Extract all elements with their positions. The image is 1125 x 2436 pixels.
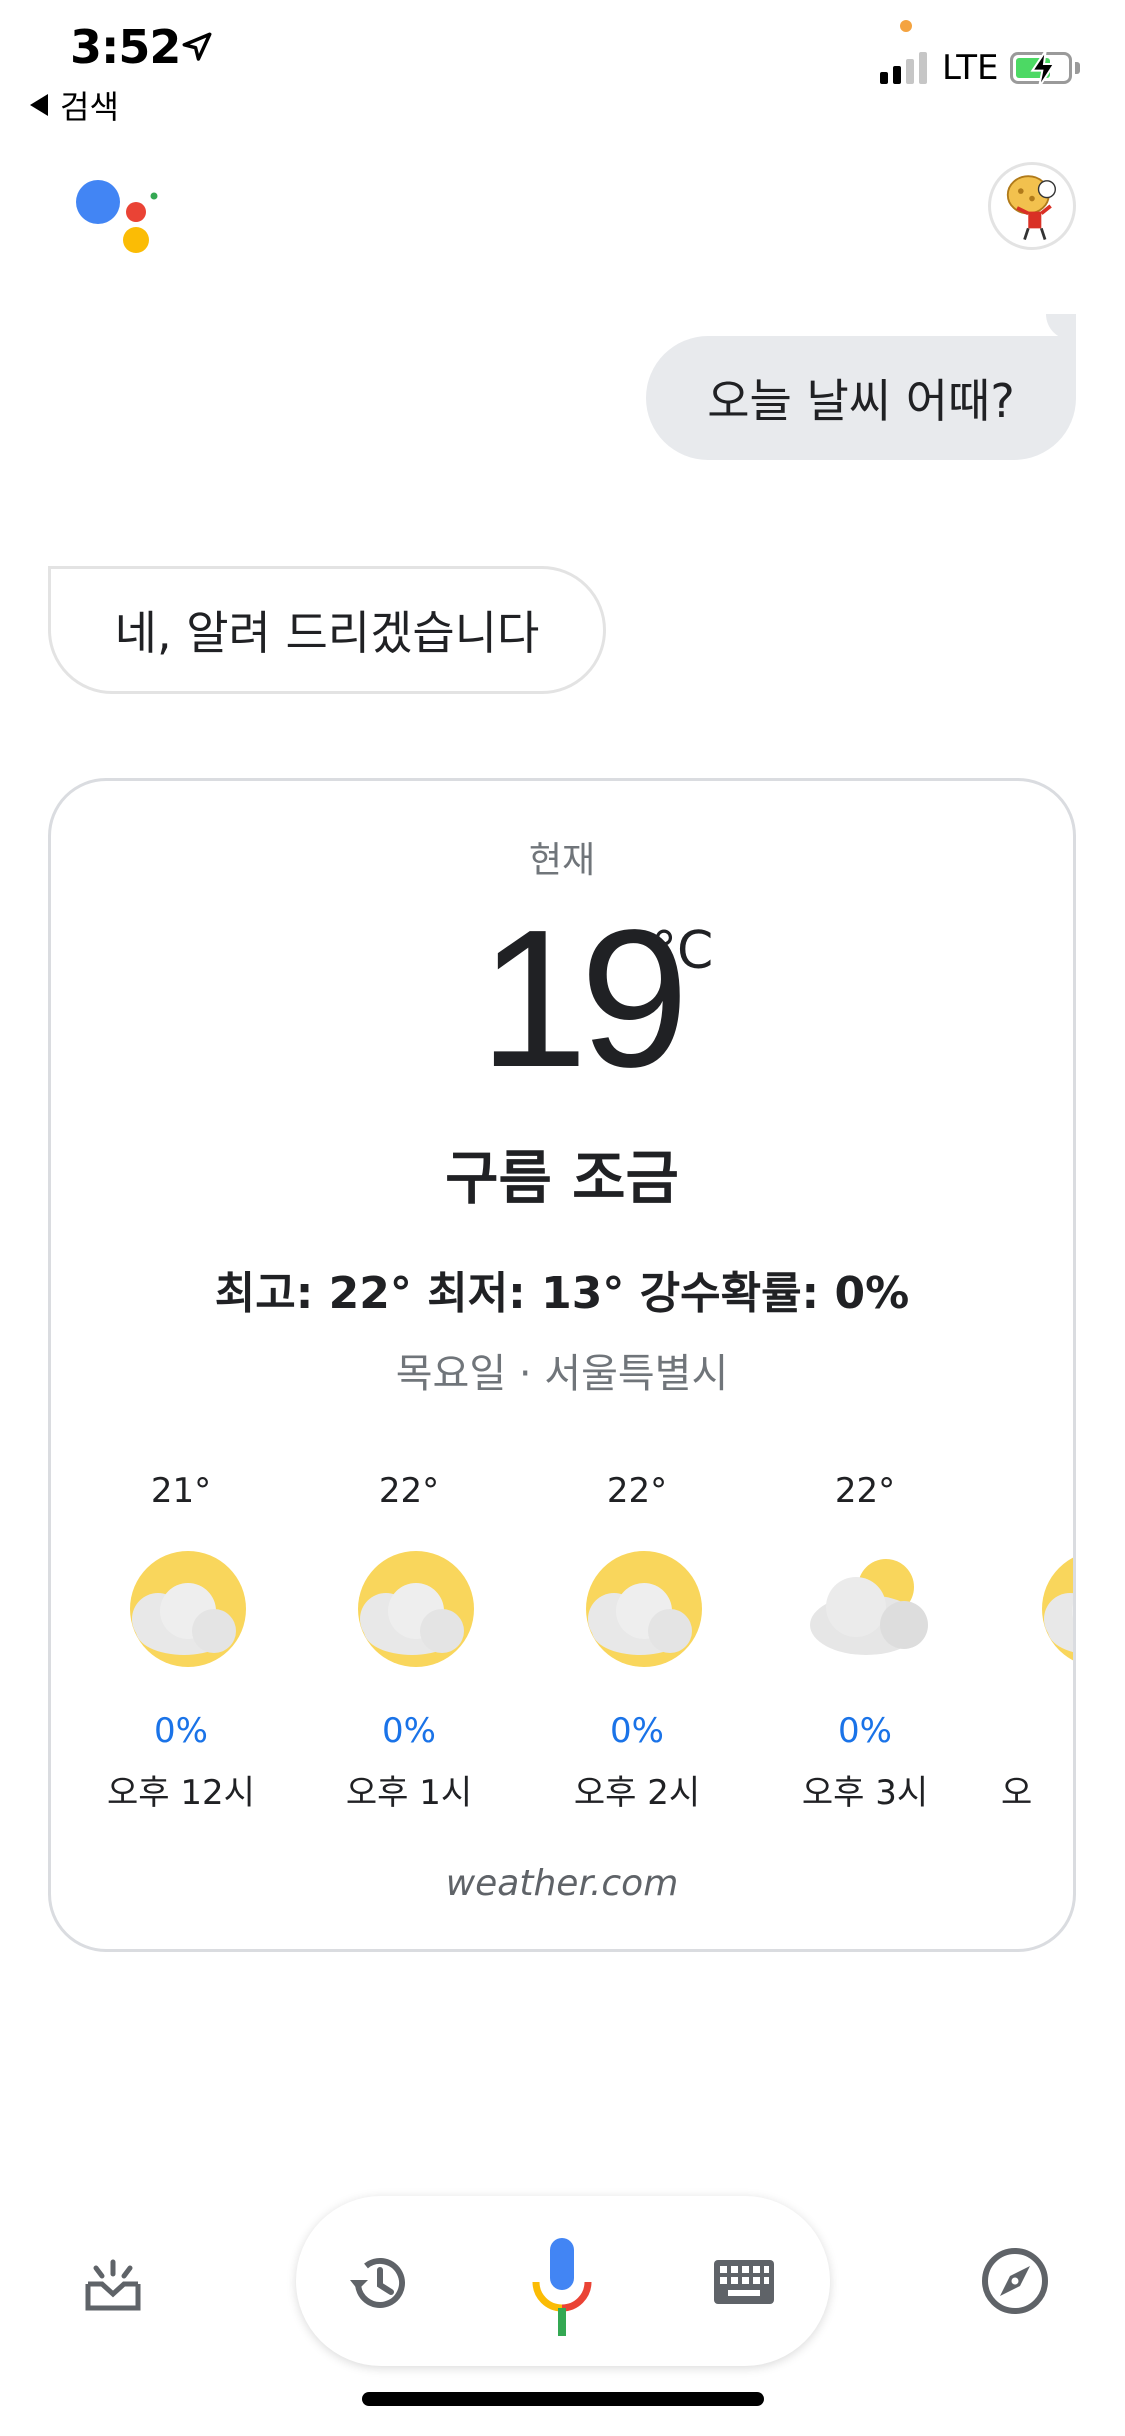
- assistant-reply-bubble: 네, 알려 드리겠습니다: [48, 566, 606, 694]
- user-query-bubble[interactable]: 오늘 날씨 어때?: [646, 314, 1076, 460]
- hourly-precip: 0%: [610, 1711, 664, 1751]
- google-assistant-logo[interactable]: [74, 178, 164, 258]
- day-and-location: 목요일 · 서울특별시: [395, 1351, 729, 1397]
- location-arrow-icon: [182, 32, 212, 61]
- back-triangle-icon: [30, 94, 48, 116]
- status-time: 3:52: [70, 20, 181, 74]
- hourly-temp: [993, 1471, 1073, 1511]
- hourly-item[interactable]: 22° 0% 오후 3시: [765, 1471, 965, 1814]
- hourly-temp: 22°: [834, 1471, 896, 1511]
- hourly-time: 오후 12시: [107, 1773, 255, 1813]
- current-label: 현재: [528, 840, 596, 881]
- partly-cloudy-sun-icon: [358, 1551, 474, 1667]
- hourly-item[interactable]: 오: [993, 1471, 1073, 1814]
- weather-source-link[interactable]: weather.com: [51, 1863, 1073, 1904]
- back-to-search[interactable]: 검색: [30, 82, 119, 128]
- hourly-item[interactable]: 22° 0% 오후 1시: [309, 1471, 509, 1814]
- home-indicator: [362, 2392, 764, 2406]
- hourly-item[interactable]: 22° 0% 오후 2시: [537, 1471, 737, 1814]
- assistant-reply-text: 네, 알려 드리겠습니다: [114, 606, 540, 660]
- partly-cloudy-sun-icon: [586, 1551, 702, 1667]
- battery-icon: [1010, 50, 1072, 88]
- hourly-precip: 0%: [382, 1711, 436, 1751]
- user-avatar[interactable]: [988, 162, 1076, 250]
- hourly-temp: 22°: [606, 1471, 668, 1511]
- updates-tray-icon[interactable]: [82, 2258, 144, 2314]
- signal-strength-icon: [880, 50, 927, 84]
- hourly-time: 오후 3시: [801, 1773, 929, 1813]
- keyboard-icon[interactable]: [712, 2258, 776, 2306]
- microphone-icon[interactable]: [530, 2236, 594, 2338]
- weather-condition: 구름 조금: [445, 1144, 679, 1212]
- partly-cloudy-sun-icon: [1042, 1557, 1073, 1661]
- hourly-temp: 21°: [150, 1471, 212, 1511]
- hourly-item[interactable]: 21° 0% 오후 12시: [81, 1471, 281, 1814]
- hourly-time: 오: [1001, 1773, 1033, 1813]
- high-low-precip-stats: 최고: 22° 최저: 13° 강수확률: 0%: [214, 1268, 910, 1319]
- battery-cap: [1075, 62, 1080, 74]
- hourly-precip: 0%: [838, 1711, 892, 1751]
- hourly-precip: [993, 1711, 1073, 1751]
- hourly-forecast[interactable]: 21° 0% 오후 12시 22° 0% 오후 1시 22° 0% 오후 2시 …: [51, 1471, 1073, 1831]
- hourly-time: 오후 1시: [345, 1773, 473, 1813]
- partly-cloudy-sun-icon: [130, 1551, 246, 1667]
- privacy-indicator-dot: [900, 20, 912, 32]
- mostly-cloudy-icon: [810, 1559, 928, 1655]
- history-icon[interactable]: [346, 2250, 412, 2316]
- network-type: LTE: [942, 48, 999, 88]
- user-query-text: 오늘 날씨 어때?: [707, 374, 1015, 428]
- back-label: 검색: [60, 88, 119, 126]
- temperature-unit: °C: [651, 921, 714, 981]
- avatar-character-icon: [1006, 175, 1056, 240]
- weather-card[interactable]: 현재 19 °C 구름 조금 최고: 22° 최저: 13° 강수확률: 0% …: [48, 778, 1076, 1952]
- hourly-temp: 22°: [378, 1471, 440, 1511]
- hourly-time: 오후 2시: [573, 1773, 701, 1813]
- compass-icon[interactable]: [980, 2246, 1050, 2316]
- hourly-precip: 0%: [154, 1711, 208, 1751]
